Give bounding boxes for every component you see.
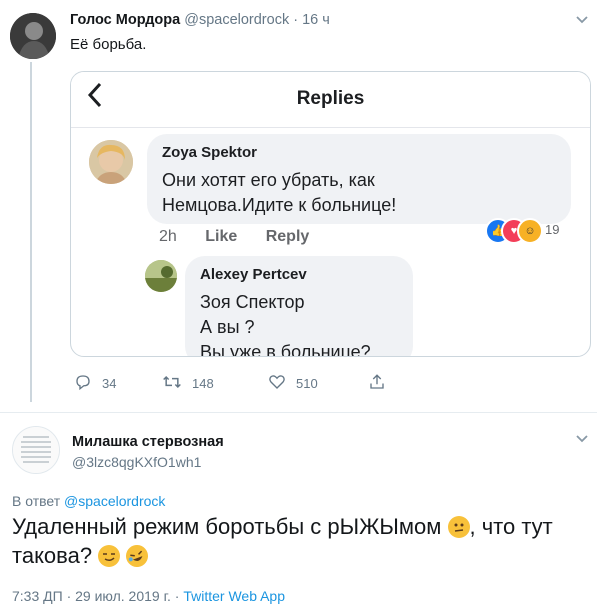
- commenter-name: Zoya Spektor: [162, 144, 258, 161]
- comment-bubble: Zoya Spektor Они хотят его убрать, как Н…: [147, 134, 571, 224]
- chevron-down-icon[interactable]: [575, 12, 589, 30]
- divider: [0, 412, 597, 413]
- tweet-meta: 7:33 ДП · 29 июл. 2019 г. · Twitter Web …: [12, 588, 285, 604]
- avatar[interactable]: [12, 426, 60, 474]
- reply-icon: [74, 373, 102, 394]
- like-link: Like: [205, 228, 238, 245]
- reply-prefix: В ответ: [12, 493, 61, 509]
- reply-button[interactable]: 34: [74, 373, 116, 394]
- commenter-avatar: [145, 260, 177, 292]
- smirk-face-icon: [98, 545, 121, 567]
- replies-title: Replies: [296, 88, 365, 109]
- author-handle[interactable]: @3lzc8qgKXfO1wh1: [72, 454, 201, 470]
- share-icon: [368, 373, 396, 394]
- commenter-name: Alexey Pertcev: [200, 266, 307, 283]
- retweet-count: 148: [192, 376, 214, 391]
- author-name[interactable]: Милашка стервозная: [72, 434, 224, 450]
- retweet-icon: [162, 373, 192, 394]
- tweet-timestamp[interactable]: 7:33 ДП · 29 июл. 2019 г.: [12, 588, 171, 604]
- meta-separator: ·: [170, 588, 184, 604]
- comment-bubble: Alexey Pertcev Зоя Спектор А вы ? Вы уже…: [185, 256, 413, 357]
- tweet-media[interactable]: Replies Zoya Spektor Они хотят его убрат…: [70, 71, 591, 357]
- tweet-time[interactable]: 16 ч: [302, 12, 330, 28]
- like-button[interactable]: 510: [268, 373, 318, 394]
- rofl-face-icon: [123, 541, 152, 571]
- chevron-down-icon[interactable]: [575, 431, 589, 449]
- reply-count: 34: [102, 376, 117, 391]
- like-icon: [268, 373, 296, 394]
- author-handle[interactable]: @spacelordrock: [184, 12, 289, 28]
- comment-text: Зоя Спектор А вы ? Вы уже в больнице?: [200, 292, 371, 357]
- tweet-actions: 34 148 510: [70, 373, 400, 393]
- tweet-text: Её борьба.: [70, 36, 147, 53]
- tweet-text: Удаленный режим боротьбы с рЫЖЫмом , что…: [12, 512, 587, 571]
- tweet-header: Голос Мордора @spacelordrock · 16 ч: [70, 12, 330, 28]
- thread-connector: [30, 62, 32, 402]
- tweet-text-part1: Удаленный режим боротьбы с рЫЖЫмом: [12, 514, 442, 539]
- like-count: 510: [296, 376, 318, 391]
- tweet-source[interactable]: Twitter Web App: [183, 588, 285, 604]
- reply-context: В ответ @spacelordrock: [12, 493, 165, 509]
- commenter-avatar: [89, 140, 133, 184]
- retweet-button[interactable]: 148: [162, 373, 214, 394]
- replies-header: Replies: [71, 72, 590, 128]
- reaction-count: 19: [545, 222, 560, 237]
- reply-to-link[interactable]: @spacelordrock: [64, 493, 165, 509]
- laugh-icon: ☺: [517, 218, 543, 244]
- author-name[interactable]: Голос Мордора: [70, 12, 180, 28]
- comment-time: 2h: [159, 228, 177, 245]
- reply-link: Reply: [265, 228, 310, 245]
- thinking-face-icon: [447, 516, 470, 538]
- comment-meta: 2h Like Reply: [159, 228, 333, 246]
- comment-text: Они хотят его убрать, как Немцова.Идите …: [162, 170, 397, 215]
- avatar[interactable]: [10, 13, 56, 59]
- share-button[interactable]: [368, 373, 396, 394]
- separator: ·: [293, 12, 299, 28]
